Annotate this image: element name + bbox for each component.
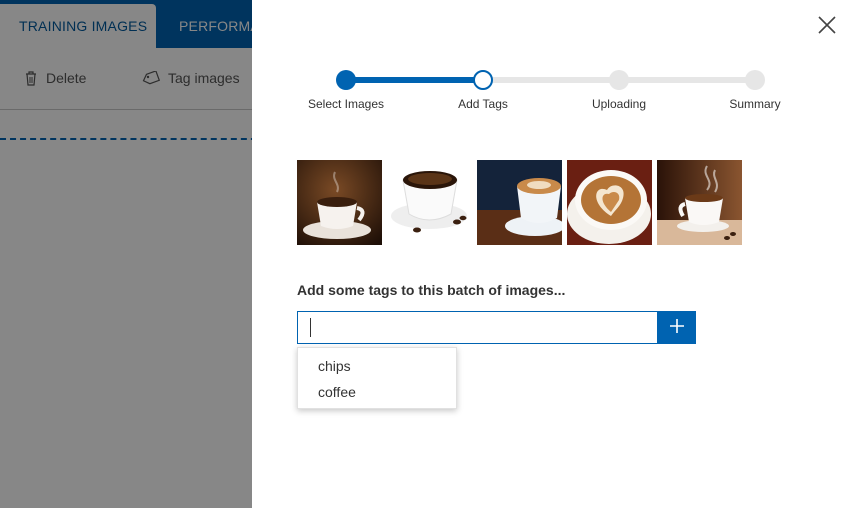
- suggestion-item[interactable]: coffee: [318, 384, 356, 400]
- tag-input[interactable]: [297, 311, 658, 344]
- step-label-select-images: Select Images: [307, 97, 385, 111]
- step-dot-add-tags: [473, 70, 493, 90]
- step-label-add-tags: Add Tags: [458, 97, 508, 111]
- progress-stepper: Select Images Add Tags Uploading Summary: [252, 68, 849, 118]
- step-dot-summary: [745, 70, 765, 90]
- suggestion-item[interactable]: chips: [318, 358, 351, 374]
- close-icon: [818, 16, 836, 34]
- add-tag-button[interactable]: [658, 311, 696, 344]
- close-button[interactable]: [816, 14, 838, 36]
- add-images-panel: Select Images Add Tags Uploading Summary: [252, 0, 849, 508]
- image-thumbnail: [657, 160, 742, 245]
- plus-icon: [670, 319, 684, 333]
- step-dot-uploading: [609, 70, 629, 90]
- step-label-summary: Summary: [729, 97, 781, 111]
- image-thumbnail: [477, 160, 562, 245]
- text-cursor: [310, 318, 311, 337]
- step-label-uploading: Uploading: [591, 97, 647, 111]
- image-thumbnail: [567, 160, 652, 245]
- tag-suggestions-dropdown: chips coffee: [297, 347, 457, 409]
- add-tags-prompt: Add some tags to this batch of images...: [297, 282, 566, 298]
- image-thumbnail: [387, 160, 472, 245]
- step-dot-select-images: [336, 70, 356, 90]
- image-thumbnail: [297, 160, 382, 245]
- stepper-track-complete: [346, 77, 483, 83]
